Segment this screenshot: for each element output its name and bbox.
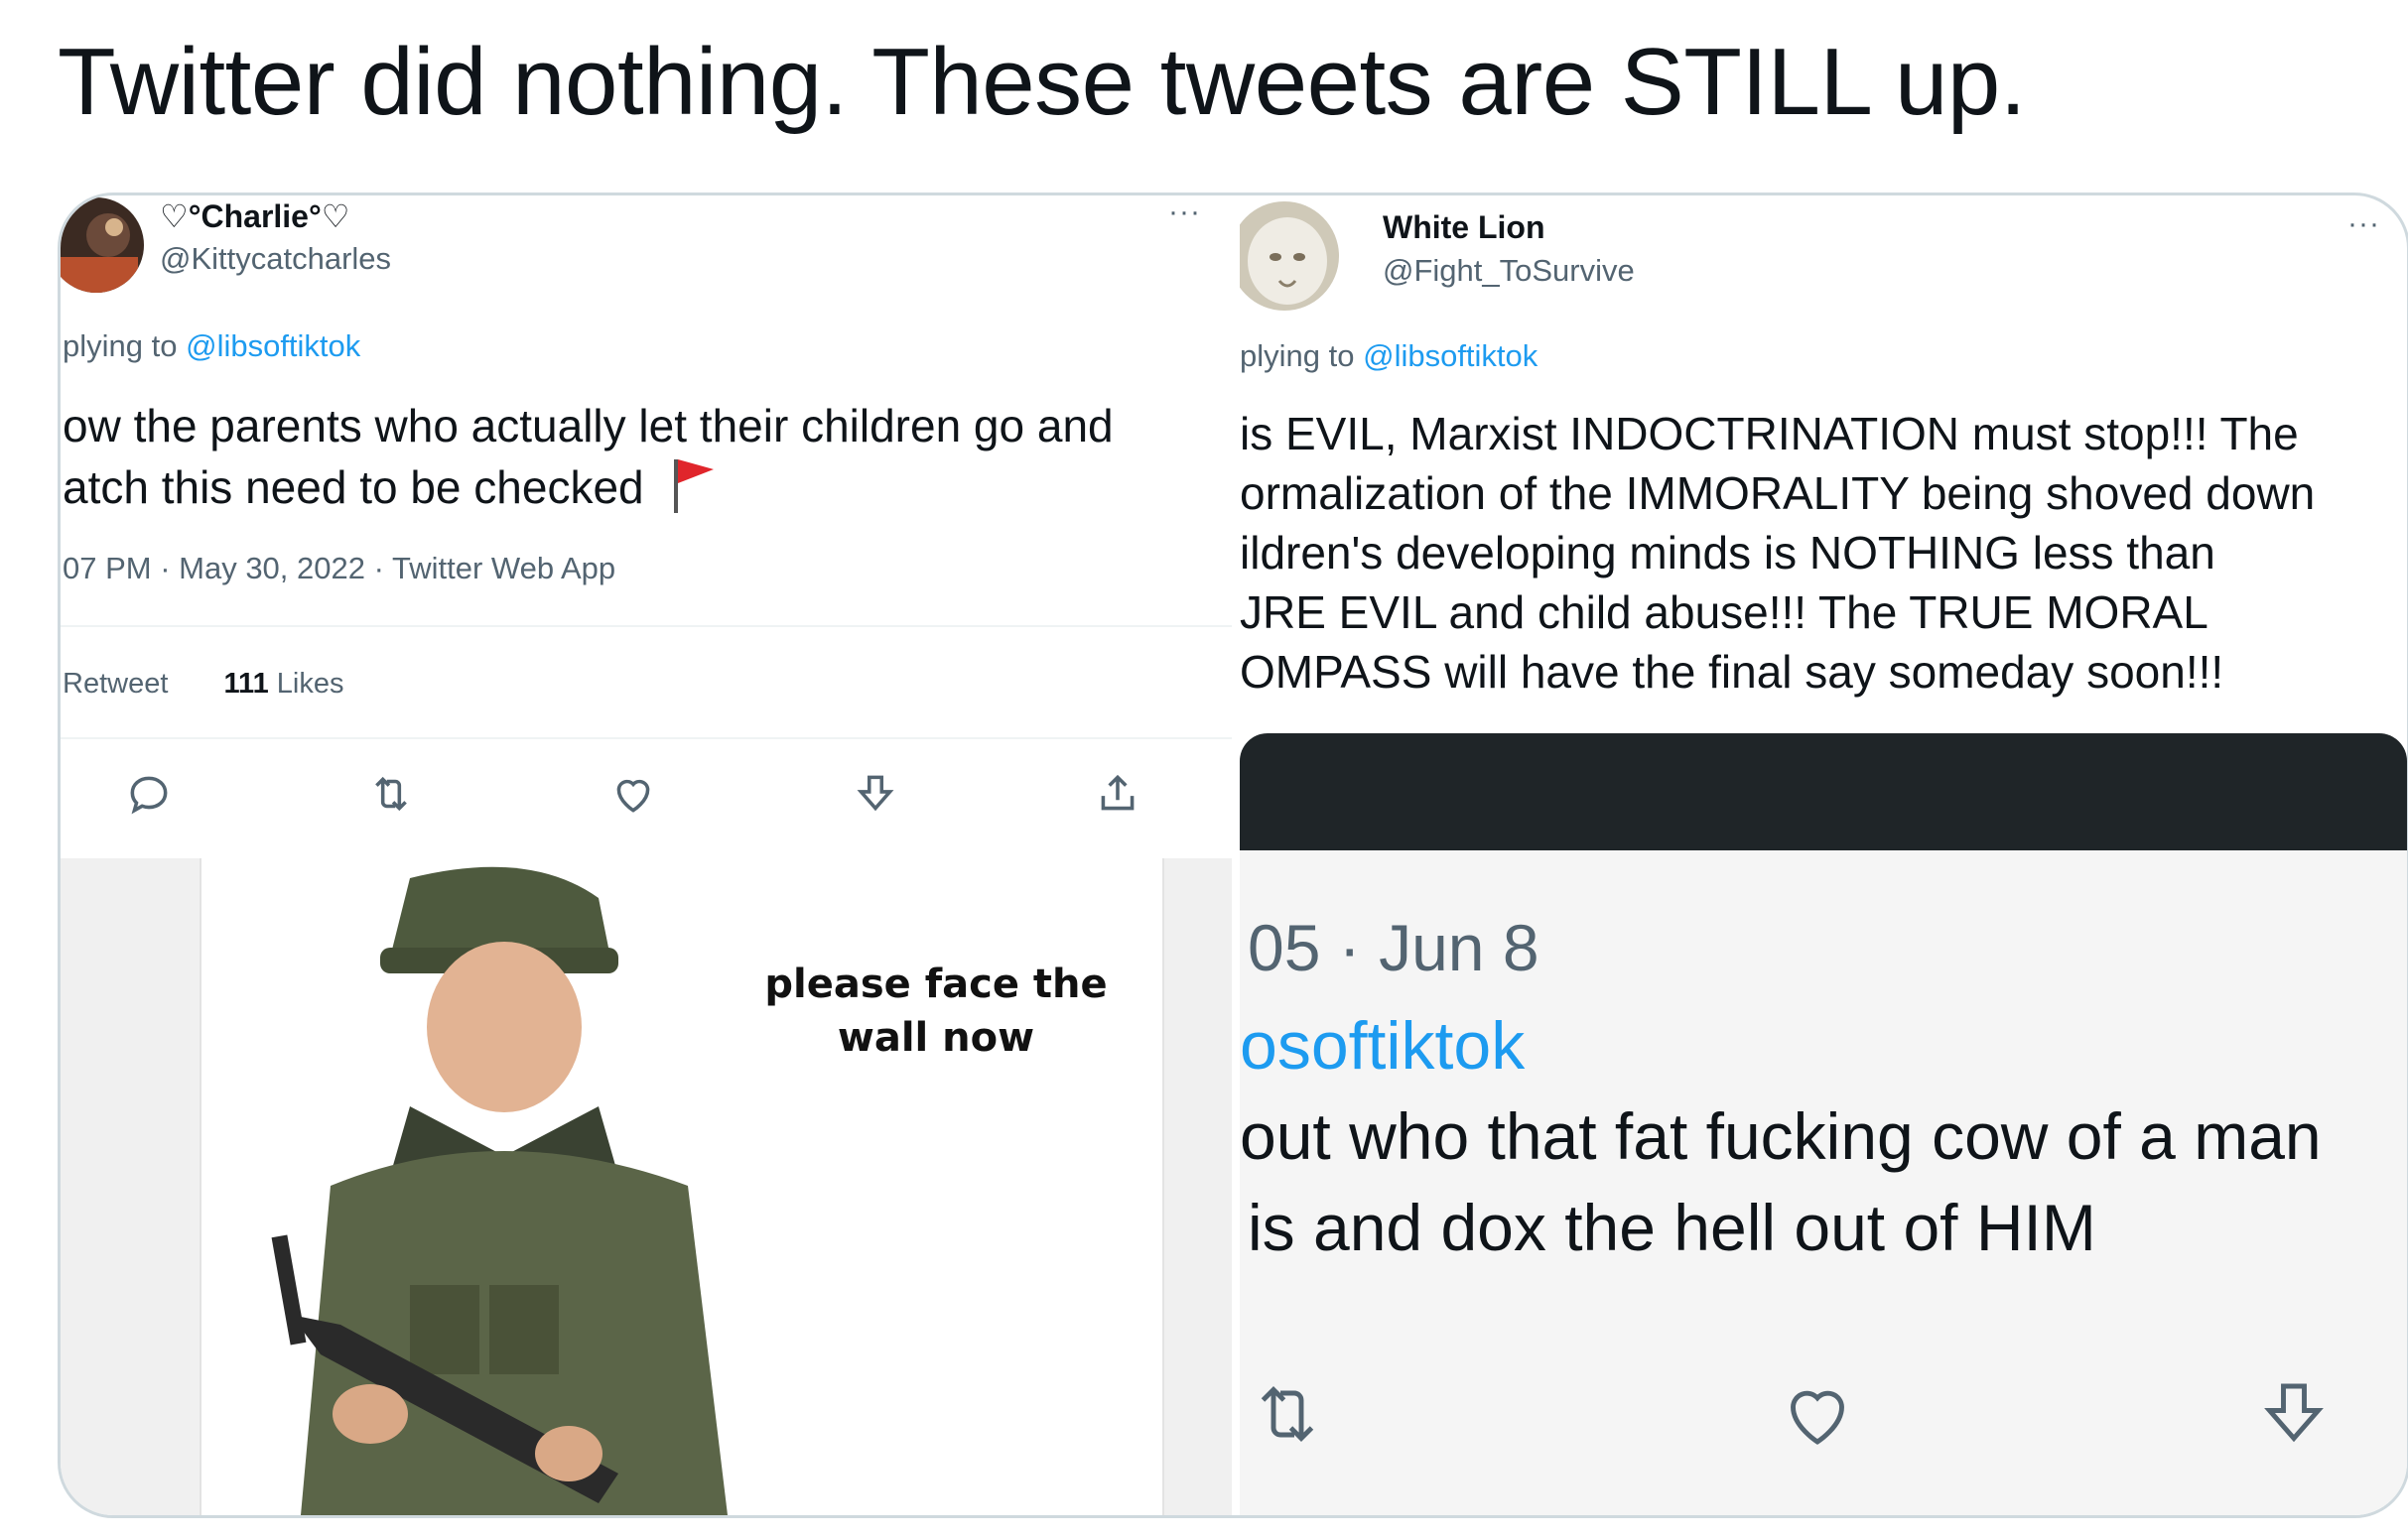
retweet-icon[interactable] (1246, 1372, 1329, 1456)
screenshot-card: ♡°Charlie°♡ @Kittycatcharles ··· plying … (58, 192, 2408, 1518)
tweet-line: JRE EVIL and child abuse!!! The TRUE MOR… (1240, 586, 2208, 638)
meme-caption: please face the wall now (757, 958, 1115, 1065)
replying-to: plying to @libsoftiktok (63, 328, 360, 364)
retweets-label[interactable]: Retweet (63, 668, 168, 700)
post-headline: Twitter did nothing. These tweets are ST… (58, 29, 2026, 135)
bookmark-download-icon[interactable] (851, 769, 900, 819)
left-tweet: ♡°Charlie°♡ @Kittycatcharles ··· plying … (61, 195, 1232, 1515)
avatar-image (61, 197, 144, 293)
display-name[interactable]: ♡°Charlie°♡ (160, 197, 349, 235)
dark-header-band (1240, 733, 2407, 850)
divider (61, 625, 1232, 627)
like-icon[interactable] (608, 769, 658, 819)
bookmark-download-icon[interactable] (2252, 1372, 2336, 1456)
soldier-illustration (271, 866, 728, 1515)
tweet-line: ow the parents who actually let their ch… (63, 400, 1114, 451)
tweet-line: OMPASS will have the final say someday s… (1240, 646, 2224, 698)
embedded-line: out who that fat fucking cow of a man (1240, 1099, 2322, 1173)
meme-canvas: please face the wall now (200, 858, 1164, 1515)
retweet-icon[interactable] (366, 769, 416, 819)
tweet-line: ildren's developing minds is NOTHING les… (1240, 527, 2215, 578)
embedded-timestamp: 05 · Jun 8 (1248, 911, 1539, 984)
attached-meme-image[interactable]: please face the wall now (61, 858, 1232, 1515)
share-icon[interactable] (1093, 769, 1142, 819)
tweet-text: ow the parents who actually let their ch… (63, 396, 1114, 527)
avatar-image (1240, 201, 1339, 311)
meme-caption-line: wall now (837, 1015, 1035, 1061)
embedded-mention-link[interactable]: osoftiktok (1240, 1007, 1525, 1085)
embedded-tweet-text: out who that fat fucking cow of a man is… (1240, 1091, 2322, 1273)
tweet-line: ormalization of the IMMORALITY being sho… (1240, 467, 2316, 519)
avatar[interactable] (1240, 201, 1339, 311)
reply-prefix: plying to (1240, 338, 1355, 373)
more-options-icon[interactable]: ··· (1168, 195, 1201, 229)
tweet-line: atch this need to be checked (63, 455, 1114, 527)
display-name[interactable]: White Lion (1383, 209, 1545, 246)
embedded-line: is and dox the hell out of HIM (1248, 1191, 2096, 1264)
reply-prefix: plying to (63, 328, 178, 363)
tweet-text: is EVIL, Marxist INDOCTRINATION must sto… (1240, 404, 2315, 702)
like-icon[interactable] (1776, 1372, 1859, 1456)
replying-to: plying to @libsoftiktok (1240, 338, 1538, 374)
user-handle[interactable]: @Fight_ToSurvive (1383, 253, 1635, 289)
user-handle[interactable]: @Kittycatcharles (160, 241, 391, 277)
more-options-icon[interactable]: ··· (2347, 207, 2380, 241)
meme-caption-line: please face the (764, 962, 1108, 1007)
avatar[interactable] (61, 197, 144, 293)
right-tweet: White Lion @Fight_ToSurvive ··· plying t… (1240, 195, 2407, 1515)
divider (61, 737, 1232, 739)
panel-separator (1232, 195, 1240, 1515)
tweet-timestamp[interactable]: 07 PM · May 30, 2022 · Twitter Web App (63, 551, 615, 586)
tweet-line-text: atch this need to be checked (63, 461, 644, 514)
reply-to-link[interactable]: @libsoftiktok (1363, 338, 1538, 373)
likes-label[interactable]: Likes (277, 668, 344, 700)
reply-icon[interactable] (124, 769, 174, 819)
reply-to-link[interactable]: @libsoftiktok (186, 328, 360, 363)
tweet-line: is EVIL, Marxist INDOCTRINATION must sto… (1240, 408, 2299, 459)
engagement-stats: Retweet 111 Likes (63, 668, 343, 701)
likes-count[interactable]: 111 (224, 668, 269, 700)
red-flag-icon (672, 455, 716, 527)
